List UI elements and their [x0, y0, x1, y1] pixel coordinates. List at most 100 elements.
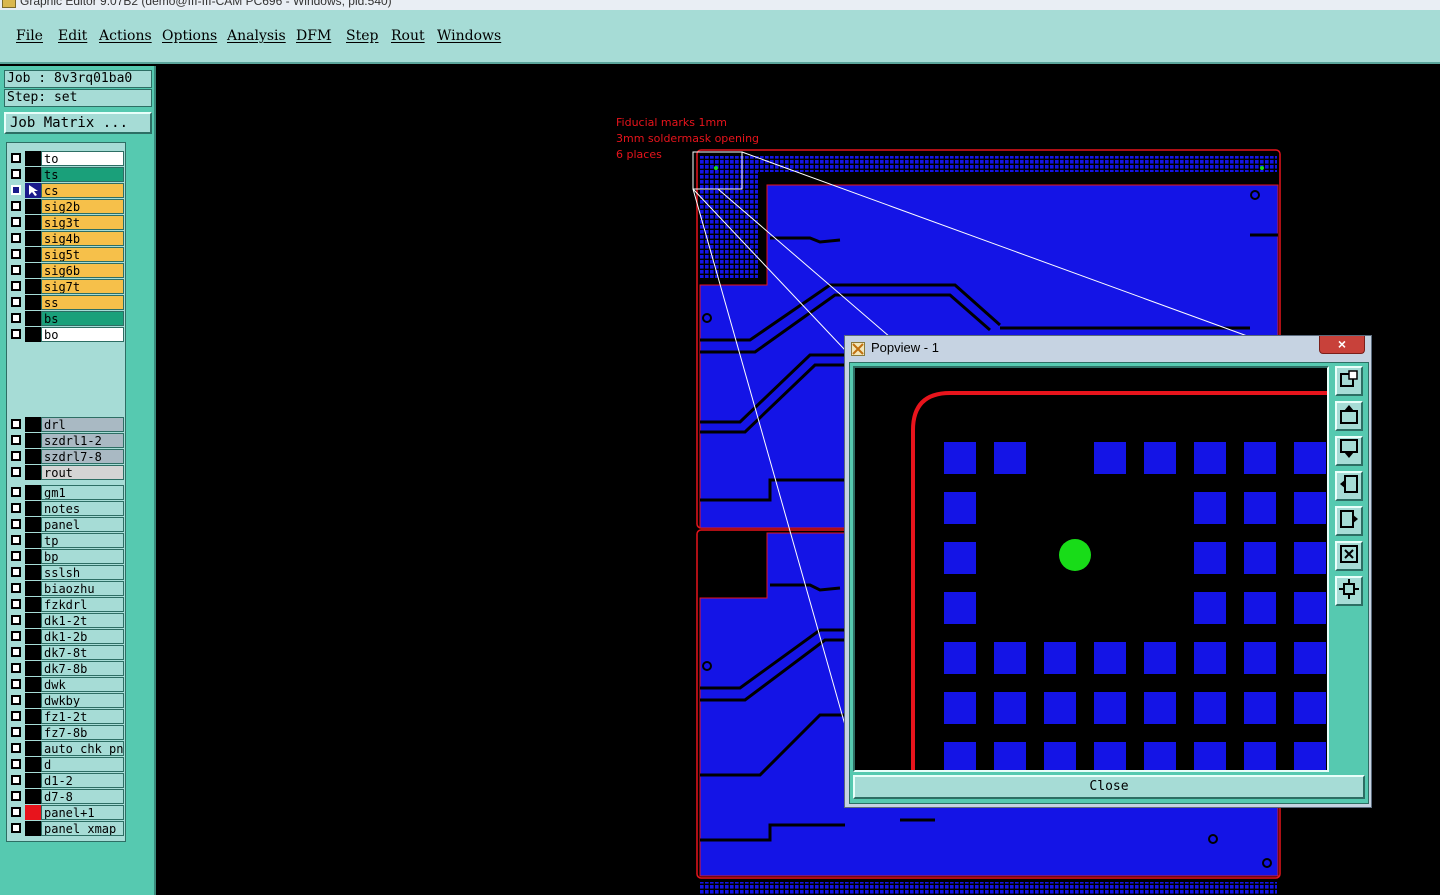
layer-checkbox[interactable]: [11, 249, 21, 259]
layer-row[interactable]: bs: [9, 311, 125, 326]
layer-checkbox[interactable]: [11, 791, 21, 801]
layer-row[interactable]: ss: [9, 295, 125, 310]
affected-indicator[interactable]: [25, 661, 41, 676]
layer-row[interactable]: fz7-8b: [9, 725, 125, 740]
layer-row[interactable]: dk7-8b: [9, 661, 125, 676]
layer-row[interactable]: drl: [9, 417, 125, 432]
menu-step[interactable]: Step: [346, 28, 378, 44]
popview-close-button[interactable]: Close: [853, 775, 1365, 799]
layer-checkbox[interactable]: [11, 711, 21, 721]
layer-row[interactable]: szdrl7-8: [9, 449, 125, 464]
layer-checkbox[interactable]: [11, 313, 21, 323]
affected-indicator[interactable]: [25, 501, 41, 516]
affected-indicator[interactable]: [25, 757, 41, 772]
layer-checkbox[interactable]: [11, 233, 21, 243]
affected-indicator[interactable]: [25, 597, 41, 612]
affected-indicator[interactable]: [25, 549, 41, 564]
layer-checkbox[interactable]: [11, 185, 21, 195]
affected-indicator[interactable]: [25, 485, 41, 500]
layer-checkbox[interactable]: [11, 217, 21, 227]
affected-indicator[interactable]: [25, 533, 41, 548]
affected-indicator[interactable]: [25, 449, 41, 464]
layer-checkbox[interactable]: [11, 487, 21, 497]
pan-up-icon[interactable]: [1335, 401, 1363, 431]
layer-checkbox[interactable]: [11, 503, 21, 513]
layer-checkbox[interactable]: [11, 169, 21, 179]
layer-checkbox[interactable]: [11, 535, 21, 545]
affected-indicator[interactable]: [25, 565, 41, 580]
layer-checkbox[interactable]: [11, 679, 21, 689]
layer-checkbox[interactable]: [11, 567, 21, 577]
layer-row[interactable]: sig4b: [9, 231, 125, 246]
menu-windows[interactable]: Windows: [437, 28, 501, 44]
affected-indicator[interactable]: [25, 151, 41, 166]
menu-dfm[interactable]: DFM: [296, 28, 331, 44]
layer-checkbox[interactable]: [11, 663, 21, 673]
layer-row[interactable]: sig5t: [9, 247, 125, 262]
affected-indicator[interactable]: [25, 581, 41, 596]
layer-row[interactable]: panel_xmap: [9, 821, 125, 836]
layer-checkbox[interactable]: [11, 727, 21, 737]
pan-down-icon[interactable]: [1335, 436, 1363, 466]
layer-row[interactable]: biaozhu: [9, 581, 125, 596]
layer-row[interactable]: bp: [9, 549, 125, 564]
affected-indicator[interactable]: [25, 311, 41, 326]
layer-checkbox[interactable]: [11, 583, 21, 593]
layer-row[interactable]: dwkby: [9, 693, 125, 708]
layer-row[interactable]: d7-8: [9, 789, 125, 804]
layer-row[interactable]: sig2b: [9, 199, 125, 214]
menu-actions[interactable]: Actions: [99, 28, 152, 44]
affected-indicator[interactable]: [25, 741, 41, 756]
affected-indicator[interactable]: [25, 295, 41, 310]
layer-row[interactable]: notes: [9, 501, 125, 516]
layer-checkbox[interactable]: [11, 419, 21, 429]
layer-checkbox[interactable]: [11, 615, 21, 625]
work-layer-cursor-icon[interactable]: [25, 183, 41, 198]
affected-indicator[interactable]: [25, 805, 41, 820]
affected-indicator[interactable]: [25, 199, 41, 214]
affected-indicator[interactable]: [25, 645, 41, 660]
layer-checkbox[interactable]: [11, 297, 21, 307]
zoom-out-icon[interactable]: [1335, 576, 1363, 606]
layer-row[interactable]: fz1-2t: [9, 709, 125, 724]
layer-row[interactable]: sig7t: [9, 279, 125, 294]
affected-indicator[interactable]: [25, 465, 41, 480]
affected-indicator[interactable]: [25, 789, 41, 804]
layer-checkbox[interactable]: [11, 759, 21, 769]
layer-row[interactable]: cs: [9, 183, 125, 198]
affected-indicator[interactable]: [25, 247, 41, 262]
menu-analysis[interactable]: Analysis: [227, 28, 286, 44]
popview-canvas[interactable]: [853, 366, 1329, 772]
layer-row[interactable]: sslsh: [9, 565, 125, 580]
affected-indicator[interactable]: [25, 433, 41, 448]
layer-checkbox[interactable]: [11, 153, 21, 163]
layer-row[interactable]: dk7-8t: [9, 645, 125, 660]
layer-row[interactable]: sig6b: [9, 263, 125, 278]
affected-indicator[interactable]: [25, 677, 41, 692]
layer-row[interactable]: auto_chk_pn.: [9, 741, 125, 756]
layer-checkbox[interactable]: [11, 775, 21, 785]
layer-row[interactable]: d1-2: [9, 773, 125, 788]
affected-indicator[interactable]: [25, 215, 41, 230]
layer-checkbox[interactable]: [11, 519, 21, 529]
layer-checkbox[interactable]: [11, 631, 21, 641]
layer-row[interactable]: fzkdrl: [9, 597, 125, 612]
layer-row[interactable]: panel: [9, 517, 125, 532]
layer-row[interactable]: bo: [9, 327, 125, 342]
affected-indicator[interactable]: [25, 725, 41, 740]
layer-checkbox[interactable]: [11, 599, 21, 609]
layer-checkbox[interactable]: [11, 467, 21, 477]
layer-checkbox[interactable]: [11, 647, 21, 657]
affected-indicator[interactable]: [25, 263, 41, 278]
menu-file[interactable]: File: [16, 28, 43, 44]
layer-row[interactable]: panel+1: [9, 805, 125, 820]
layer-row[interactable]: gm1: [9, 485, 125, 500]
affected-indicator[interactable]: [25, 327, 41, 342]
pan-left-icon[interactable]: [1335, 471, 1363, 501]
close-icon[interactable]: ×: [1319, 336, 1365, 354]
layer-row[interactable]: tp: [9, 533, 125, 548]
layer-row[interactable]: dk1-2b: [9, 629, 125, 644]
layer-checkbox[interactable]: [11, 329, 21, 339]
layer-checkbox[interactable]: [11, 551, 21, 561]
affected-indicator[interactable]: [25, 279, 41, 294]
